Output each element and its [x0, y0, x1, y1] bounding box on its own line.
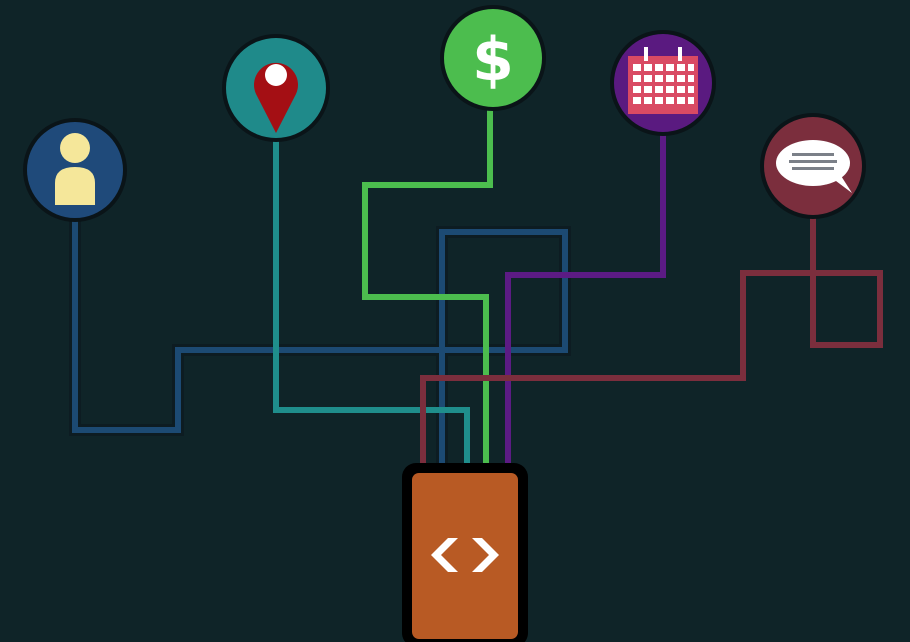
node-chat	[760, 113, 866, 219]
integration-diagram: $	[0, 0, 910, 642]
node-payment: $	[440, 5, 546, 111]
chat-connection-line	[420, 210, 883, 468]
hub-device-screen	[412, 473, 518, 639]
payment-connection-line	[362, 108, 493, 468]
diagram-canvas: $	[23, 5, 883, 642]
dollar-icon: $	[472, 25, 514, 95]
node-location	[222, 34, 330, 142]
node-user	[23, 118, 127, 222]
user-connection-line	[69, 215, 571, 468]
connection-lines	[69, 108, 883, 468]
calendar-icon	[628, 47, 698, 114]
node-calendar	[610, 30, 716, 136]
calendar-connection-line	[505, 130, 666, 468]
hub-device	[402, 463, 528, 642]
